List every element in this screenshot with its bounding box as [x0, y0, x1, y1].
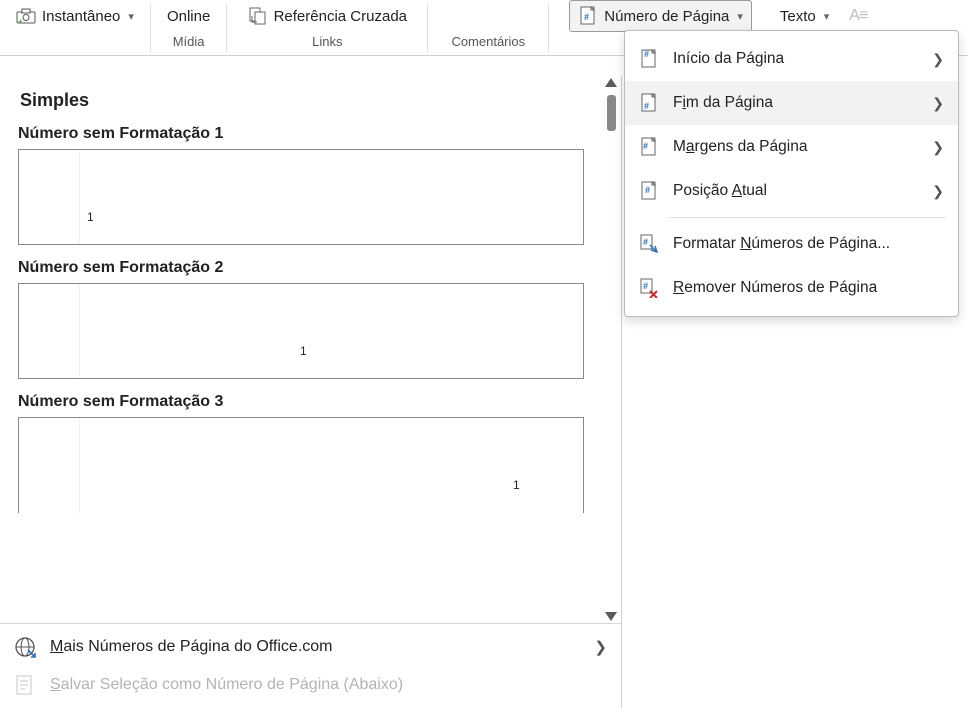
- menu-page-margins-label: Margens da Página: [673, 138, 807, 156]
- gallery-option-preview[interactable]: 1: [18, 149, 584, 245]
- menu-format-label: Formatar Números de Página...: [673, 235, 890, 253]
- more-from-office-label: Mais Números de Página do Office.com: [50, 638, 333, 656]
- chevron-right-icon: ❯: [932, 183, 944, 200]
- globe-icon: [14, 636, 36, 658]
- cross-reference-icon: [248, 6, 268, 26]
- menu-format-page-numbers[interactable]: # Formatar Números de Página...: [625, 222, 958, 266]
- chevron-right-icon: ❯: [932, 139, 944, 156]
- menu-top-of-page-label: Início da Página: [673, 50, 784, 68]
- svg-text:#: #: [644, 49, 649, 59]
- menu-bottom-of-page-label: Fim da Página: [673, 94, 773, 112]
- more-from-office-com[interactable]: Mais Números de Página do Office.com ❯: [0, 628, 621, 666]
- ribbon-group-links: Referência Cruzada Links: [227, 0, 427, 56]
- svg-text:+: +: [18, 17, 23, 25]
- chevron-right-icon: ❯: [932, 95, 944, 112]
- page-number-sample: 1: [300, 344, 307, 358]
- dropcap-icon: A≡: [849, 7, 867, 25]
- chevron-right-icon: ❯: [932, 51, 944, 68]
- chevron-down-icon: ▾: [128, 10, 134, 23]
- ribbon-group-comments: Comentários: [428, 0, 548, 56]
- remove-icon: #: [639, 278, 659, 298]
- media-group-label: Mídia: [173, 34, 205, 49]
- scroll-up-arrow[interactable]: [605, 78, 617, 87]
- chevron-down-icon: ▾: [824, 10, 830, 23]
- text-button[interactable]: Texto ▾: [776, 0, 833, 32]
- save-template-icon: [14, 674, 36, 696]
- menu-page-margins[interactable]: # Margens da Página ❯: [625, 125, 958, 169]
- page-current-icon: #: [639, 181, 659, 201]
- format-icon: #: [639, 234, 659, 254]
- gallery-option-preview[interactable]: 1: [18, 283, 584, 379]
- online-video-button[interactable]: Online: [163, 0, 214, 32]
- page-number-sample: 1: [87, 210, 94, 224]
- online-label: Online: [167, 8, 210, 25]
- screenshot-button[interactable]: + Instantâneo ▾: [12, 0, 138, 32]
- svg-text:#: #: [643, 237, 648, 247]
- comments-group-label: Comentários: [451, 34, 525, 49]
- menu-separator: [669, 217, 946, 218]
- gallery-option-title: Número sem Formatação 1: [18, 125, 593, 143]
- page-margin-icon: #: [639, 137, 659, 157]
- gallery-footer: Mais Números de Página do Office.com ❯ S…: [0, 623, 621, 708]
- screenshot-label: Instantâneo: [42, 8, 120, 25]
- scroll-down-arrow[interactable]: [605, 612, 617, 621]
- cross-reference-label: Referência Cruzada: [274, 8, 407, 25]
- save-selection-as-page-number: Salvar Seleção como Número de Página (Ab…: [0, 666, 621, 704]
- menu-bottom-of-page[interactable]: # Fim da Página ❯: [625, 81, 958, 125]
- links-group-label: Links: [312, 34, 342, 49]
- camera-icon: +: [16, 6, 36, 26]
- page-top-icon: #: [639, 49, 659, 69]
- page-number-label: Número de Página: [604, 8, 729, 25]
- menu-remove-page-numbers[interactable]: # Remover Números de Página: [625, 266, 958, 310]
- menu-current-position-label: Posição Atual: [673, 182, 767, 200]
- page-number-gallery: Simples Número sem Formatação 1 1 Número se…: [0, 76, 622, 708]
- svg-text:#: #: [644, 101, 649, 111]
- svg-text:#: #: [645, 185, 650, 195]
- gallery-section-title: Simples: [20, 90, 593, 111]
- save-selection-label: Salvar Seleção como Número de Página (Ab…: [50, 676, 403, 694]
- dropcap-button[interactable]: A≡: [845, 0, 871, 32]
- cross-reference-button[interactable]: Referência Cruzada: [244, 0, 411, 32]
- menu-current-position[interactable]: # Posição Atual ❯: [625, 169, 958, 213]
- page-number-sample: 1: [513, 478, 520, 492]
- menu-remove-label: Remover Números de Página: [673, 279, 877, 297]
- text-label: Texto: [780, 8, 816, 25]
- menu-top-of-page[interactable]: # Início da Página ❯: [625, 37, 958, 81]
- gallery-option-preview[interactable]: 1: [18, 417, 584, 513]
- chevron-right-icon: ❯: [594, 638, 607, 656]
- gallery-scroll-area: Simples Número sem Formatação 1 1 Número se…: [0, 76, 621, 623]
- page-number-button[interactable]: # Número de Página ▾: [569, 0, 752, 32]
- gallery-option-title: Número sem Formatação 2: [18, 259, 593, 277]
- page-number-icon: #: [578, 6, 598, 26]
- svg-text:#: #: [643, 281, 648, 291]
- svg-text:#: #: [584, 12, 589, 22]
- gallery-scrollbar[interactable]: [601, 76, 621, 623]
- ribbon-group-media: Online Mídia: [151, 0, 226, 56]
- svg-text:#: #: [643, 141, 648, 151]
- ribbon-group-screenshot: + Instantâneo ▾: [0, 0, 150, 56]
- scroll-thumb[interactable]: [607, 95, 616, 131]
- page-bottom-icon: #: [639, 93, 659, 113]
- gallery-option-title: Número sem Formatação 3: [18, 393, 593, 411]
- chevron-down-icon: ▾: [737, 10, 743, 23]
- page-number-menu: # Início da Página ❯ # Fim da Página ❯ #…: [624, 30, 959, 317]
